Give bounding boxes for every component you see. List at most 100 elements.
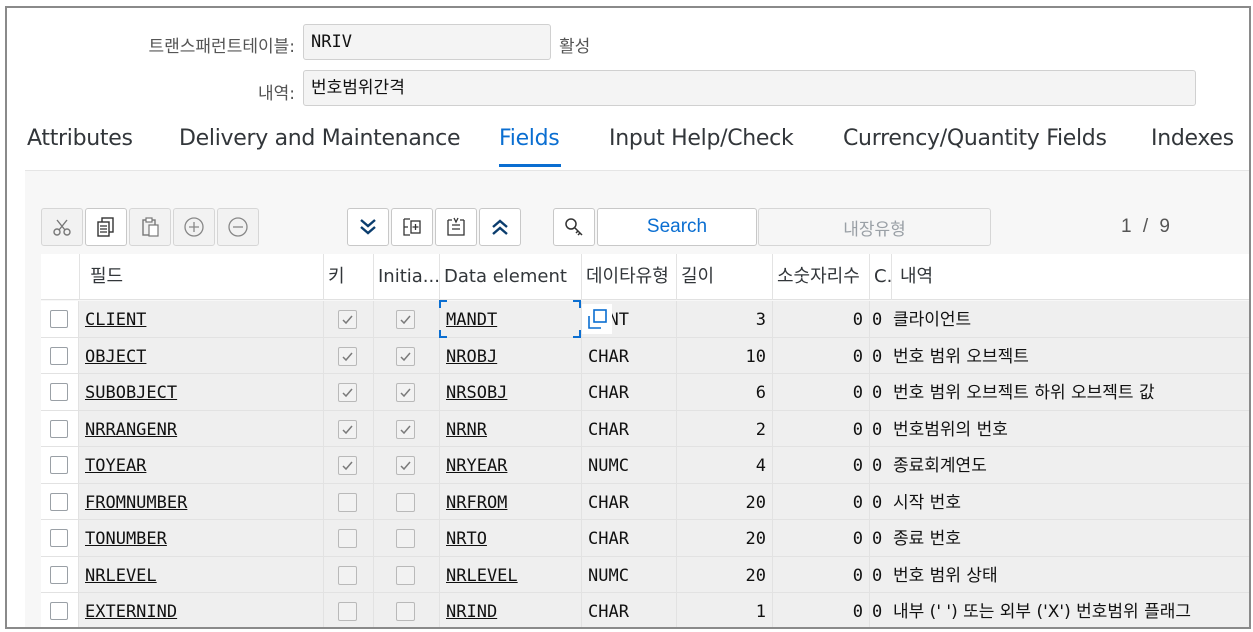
table-row[interactable]: FROMNUMBER NRFROM CHAR 20 0 0 시작 번호: [41, 483, 1249, 520]
data-element-link[interactable]: NRNR: [446, 420, 487, 440]
tab-input-help-check[interactable]: Input Help/Check: [609, 126, 794, 151]
tab-delivery-maintenance[interactable]: Delivery and Maintenance: [179, 126, 460, 151]
select-all-column[interactable]: [41, 254, 79, 300]
row-selector[interactable]: [41, 301, 79, 337]
expand-up-button[interactable]: [479, 208, 521, 246]
data-element-link[interactable]: NROBJ: [446, 347, 497, 367]
checkmark-icon: [341, 386, 354, 399]
paste-button[interactable]: [129, 208, 171, 246]
builtin-type-field[interactable]: 내장유형: [758, 208, 991, 246]
field-name-link[interactable]: EXTERNIND: [85, 602, 177, 622]
checkmark-icon: [399, 350, 412, 363]
data-element-link[interactable]: NRIND: [446, 602, 497, 622]
field-name-link[interactable]: SUBOBJECT: [85, 383, 177, 403]
cut-button[interactable]: [41, 208, 83, 246]
tab-indexes[interactable]: Indexes: [1151, 126, 1234, 151]
c-cell: 0: [869, 520, 891, 556]
column-field[interactable]: 필드: [79, 254, 323, 300]
data-element-link[interactable]: NRLEVEL: [446, 566, 518, 586]
table-row[interactable]: EXTERNIND NRIND CHAR 1 0 0 내부 (' ') 또는 외부 ('X'…: [41, 593, 1249, 627]
row-selector[interactable]: [41, 410, 79, 446]
column-description[interactable]: 내역: [891, 254, 1249, 300]
row-select-checkbox[interactable]: [50, 346, 68, 365]
table-status-text: 활성: [559, 37, 591, 57]
row-select-checkbox[interactable]: [50, 602, 68, 620]
data-element-link[interactable]: NRSOBJ: [446, 383, 507, 403]
delete-row-button[interactable]: [217, 208, 259, 246]
data-type-cell: CHAR: [581, 337, 676, 374]
row-selector[interactable]: [41, 374, 79, 410]
data-type-cell: CHAR: [581, 410, 676, 447]
data-element-link[interactable]: NRYEAR: [446, 456, 507, 476]
row-selector[interactable]: [41, 447, 79, 483]
field-name-link[interactable]: CLIENT: [85, 310, 146, 330]
tab-fields[interactable]: Fields: [499, 126, 560, 151]
table-row[interactable]: TONUMBER NRTO CHAR 20 0 0 종료 번호: [41, 520, 1249, 557]
table-row[interactable]: NRLEVEL NRLEVEL NUMC 20 0 0 번호 범위 상태: [41, 556, 1249, 593]
row-selector[interactable]: [41, 520, 79, 556]
row-selector[interactable]: [41, 593, 79, 627]
field-name-link[interactable]: NRLEVEL: [85, 566, 157, 586]
field-name-link[interactable]: TONUMBER: [85, 529, 167, 549]
column-initial[interactable]: Initia...: [373, 254, 439, 300]
tab-currency-quantity-fields[interactable]: Currency/Quantity Fields: [843, 126, 1107, 151]
table-row[interactable]: SUBOBJECT NRSOBJ CHAR 6 0 0 번호 범위 오브젝트 하위 오브젝트…: [41, 374, 1249, 411]
column-key[interactable]: 키: [323, 254, 373, 300]
transparent-table-input[interactable]: NRIV: [303, 24, 551, 60]
row-select-checkbox[interactable]: [50, 565, 68, 584]
table-row[interactable]: OBJECT NROBJ CHAR 10 0 0 번호 범위 오브젝트: [41, 337, 1249, 374]
row-selector[interactable]: [41, 337, 79, 373]
c-cell: 0: [869, 374, 891, 410]
decimals-cell: 0: [772, 374, 869, 410]
field-name-link[interactable]: OBJECT: [85, 347, 146, 367]
data-element-link[interactable]: MANDT: [446, 310, 497, 330]
insert-row-button[interactable]: [173, 208, 215, 246]
column-length[interactable]: 길이: [676, 254, 772, 300]
column-decimals[interactable]: 소숫자리수: [772, 254, 869, 300]
insert-row-icon: [183, 216, 205, 238]
search-button[interactable]: Search: [597, 208, 757, 246]
decimals-cell: 0: [772, 337, 869, 374]
row-select-checkbox[interactable]: [50, 419, 68, 438]
copy-button[interactable]: [85, 208, 127, 246]
collapse-down-button[interactable]: [347, 208, 389, 246]
row-select-checkbox[interactable]: [50, 492, 68, 511]
column-c[interactable]: C.: [869, 254, 891, 300]
table-row[interactable]: NRRANGENR NRNR CHAR 2 0 0 번호범위의 번호: [41, 410, 1249, 447]
tab-bar: Attributes Delivery and Maintenance Fiel…: [7, 120, 1249, 170]
field-name-link[interactable]: NRRANGENR: [85, 420, 177, 440]
c-cell: 0: [869, 593, 891, 627]
row-select-checkbox[interactable]: [50, 456, 68, 474]
insert-structure-button[interactable]: [391, 208, 433, 246]
field-name-link[interactable]: FROMNUMBER: [85, 493, 187, 513]
length-cell: 10: [676, 337, 772, 374]
row-select-checkbox[interactable]: [50, 383, 68, 401]
column-data-type[interactable]: 데이타유형: [581, 254, 676, 300]
description-label: 내역:: [257, 84, 295, 104]
value-help-icon[interactable]: [582, 304, 612, 334]
row-selector[interactable]: [41, 556, 79, 592]
data-element-link[interactable]: NRFROM: [446, 493, 507, 513]
row-selector[interactable]: [41, 483, 79, 519]
collapse-down-icon: [357, 216, 379, 238]
data-element-link[interactable]: NRTO: [446, 529, 487, 549]
row-select-checkbox[interactable]: [50, 310, 68, 328]
field-name-link[interactable]: TOYEAR: [85, 456, 146, 476]
page-indicator: 1 / 9: [1121, 216, 1170, 237]
find-button[interactable]: [553, 208, 595, 246]
new-entry-button[interactable]: [435, 208, 477, 246]
focus-corner-tr: [573, 300, 581, 308]
tab-attributes[interactable]: Attributes: [27, 126, 133, 151]
key-checkbox: [338, 383, 357, 402]
row-select-checkbox[interactable]: [50, 529, 68, 547]
delete-row-icon: [227, 216, 249, 238]
initial-checkbox: [396, 346, 415, 366]
c-cell: 0: [869, 410, 891, 447]
description-input[interactable]: 번호범위간격: [303, 70, 1196, 106]
table-row[interactable]: TOYEAR NRYEAR NUMC 4 0 0 종료회계연도: [41, 447, 1249, 484]
data-type-cell: NUMC: [581, 556, 676, 593]
table-header: 필드 키 Initia... Data element 데이타유형 길이 소숫자…: [41, 254, 1249, 300]
table-row[interactable]: CLIENTMANDTCLNT300클라이언트: [41, 301, 1249, 338]
key-checkbox: [338, 346, 357, 366]
column-data-element[interactable]: Data element: [439, 254, 581, 300]
